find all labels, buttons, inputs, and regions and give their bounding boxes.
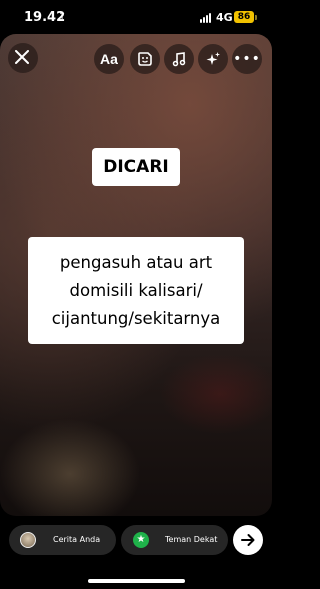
story-body-text[interactable]: pengasuh atau art domisili kalisari/ cij… <box>28 237 244 344</box>
battery-icon: 86 <box>234 11 254 23</box>
star-icon: ★ <box>133 532 149 548</box>
music-button[interactable] <box>164 44 194 74</box>
more-options-button[interactable]: ••• <box>232 44 262 74</box>
battery-tip <box>255 15 257 20</box>
your-story-label: Cerita Anda <box>53 535 101 544</box>
sparkle-icon <box>206 52 220 65</box>
home-indicator[interactable] <box>88 579 185 583</box>
next-button[interactable] <box>233 525 263 555</box>
music-icon <box>172 52 186 67</box>
story-line: pengasuh atau art <box>59 253 213 272</box>
close-button[interactable] <box>8 43 38 73</box>
location-icon: ↑ <box>58 11 67 22</box>
status-bar: 19.42 ↑ 4G 86 <box>0 0 272 36</box>
text-tool-button[interactable]: Aa <box>94 44 124 74</box>
sticker-icon <box>138 52 152 66</box>
story-line: domisili kalisari/ <box>69 281 203 300</box>
story-line: cijantung/sekitarnya <box>51 309 221 328</box>
signal-icon <box>200 13 213 23</box>
story-title-text[interactable]: DICARI <box>92 148 180 186</box>
close-icon <box>15 50 29 64</box>
your-story-button[interactable]: Cerita Anda <box>9 525 116 555</box>
close-friends-label: Teman Dekat <box>165 535 218 544</box>
sticker-button[interactable] <box>130 44 160 74</box>
arrow-right-icon <box>241 534 255 546</box>
story-canvas[interactable]: Aa ••• DICARI pengasuh atau art domisili… <box>0 34 272 516</box>
network-type: 4G <box>216 11 233 24</box>
effects-button[interactable] <box>198 44 228 74</box>
avatar <box>20 532 36 548</box>
close-friends-button[interactable]: ★ Teman Dekat <box>121 525 228 555</box>
